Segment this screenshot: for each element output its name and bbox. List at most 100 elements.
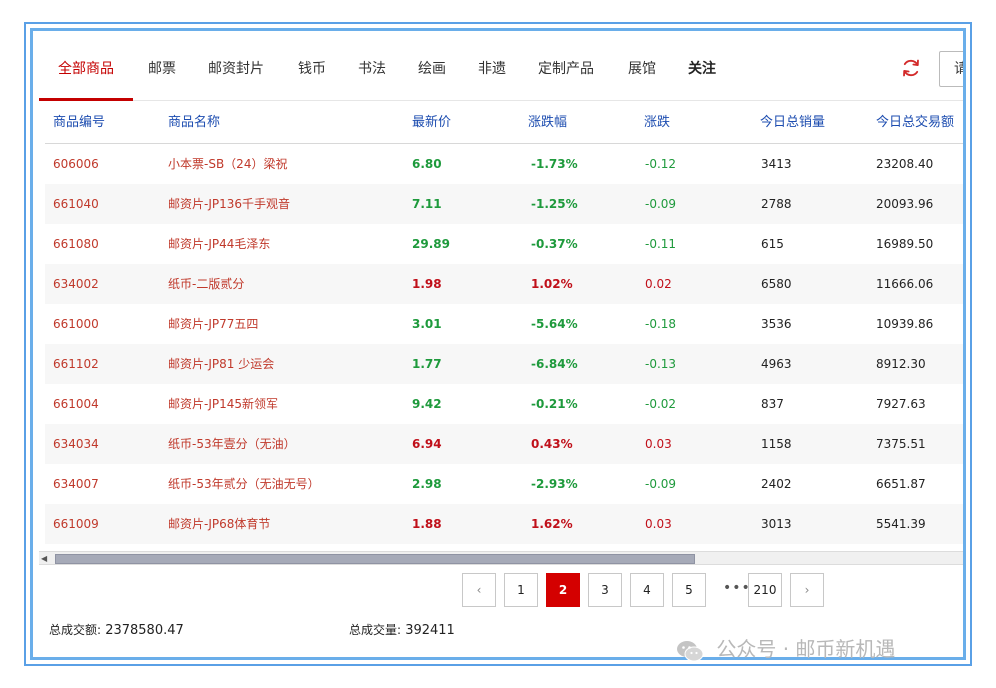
cell-latest-price: 6.94: [412, 437, 442, 451]
header-change[interactable]: 涨跌: [644, 102, 670, 144]
horizontal-scrollbar[interactable]: ◀: [39, 551, 963, 565]
page-ellipsis: •••: [723, 580, 751, 596]
cell-code[interactable]: 661040: [53, 184, 99, 224]
cell-change: -0.09: [645, 477, 677, 491]
cell-daily-amount: 7927.63: [876, 397, 926, 411]
cell-name[interactable]: 纸币-二版贰分: [168, 264, 244, 304]
cell-change: 0.03: [645, 437, 672, 451]
cell-name[interactable]: 邮资片-JP68体育节: [168, 504, 270, 544]
table-row[interactable]: 634007 纸币-53年贰分（无油无号） 2.98 -2.93% -0.09 2402 6…: [45, 464, 963, 504]
table-row[interactable]: 661080 邮资片-JP44毛泽东 29.89 -0.37% -0.11 615 1698…: [45, 224, 963, 264]
cell-daily-amount: 8912.30: [876, 357, 926, 371]
header-daily-volume[interactable]: 今日总销量: [760, 102, 825, 144]
cell-name[interactable]: 邮资片-JP77五四: [168, 304, 258, 344]
tab-custom-products[interactable]: 定制产品: [538, 37, 594, 101]
watermark-text: 公众号 · 邮币新机遇: [716, 637, 896, 661]
table-row[interactable]: 634034 纸币-53年壹分（无油） 6.94 0.43% 0.03 1158 7375.…: [45, 424, 963, 464]
page-button-4[interactable]: 4: [630, 573, 664, 607]
tab-all-products[interactable]: 全部商品: [58, 37, 114, 101]
header-code[interactable]: 商品编号: [53, 102, 105, 144]
cell-name[interactable]: 纸币-53年贰分（无油无号）: [168, 464, 320, 504]
tab-calligraphy[interactable]: 书法: [358, 37, 386, 101]
cell-daily-volume: 837: [761, 397, 784, 411]
cell-latest-price: 9.42: [412, 397, 442, 411]
scroll-thumb[interactable]: [55, 554, 695, 564]
table-row[interactable]: 661040 邮资片-JP136千手观音 7.11 -1.25% -0.09 2788 20…: [45, 184, 963, 224]
cell-code[interactable]: 661009: [53, 504, 99, 544]
cell-name[interactable]: 小本票-SB（24）梁祝: [168, 144, 287, 184]
table-row[interactable]: 634002 纸币-二版贰分 1.98 1.02% 0.02 6580 11666.06: [45, 264, 963, 304]
search-input[interactable]: 请: [939, 51, 963, 87]
tab-heritage[interactable]: 非遗: [478, 37, 506, 101]
table-row[interactable]: 606006 小本票-SB（24）梁祝 6.80 -1.73% -0.12 3413 232…: [45, 144, 963, 184]
tab-stamps[interactable]: 邮票: [148, 37, 176, 101]
total-volume-value: 392411: [405, 623, 455, 638]
cell-name[interactable]: 邮资片-JP136千手观音: [168, 184, 290, 224]
page-button-5[interactable]: 5: [672, 573, 706, 607]
cell-change: -0.18: [645, 317, 677, 331]
cell-change-percent: -1.73%: [531, 157, 578, 171]
cell-daily-volume: 1158: [761, 437, 792, 451]
tab-exhibition[interactable]: 展馆: [628, 37, 656, 101]
tab-painting[interactable]: 绘画: [418, 37, 446, 101]
market-window: 全部商品 邮票 邮资封片 钱币 书法 绘画 非遗 定制产品 展馆 关注 请 商品…: [30, 28, 966, 660]
cell-daily-volume: 3013: [761, 517, 792, 531]
cell-daily-amount: 10939.86: [876, 317, 934, 331]
prev-page-button[interactable]: ‹: [462, 573, 496, 607]
tab-coins[interactable]: 钱币: [298, 37, 326, 101]
cell-change: -0.12: [645, 157, 677, 171]
cell-code[interactable]: 634002: [53, 264, 99, 304]
pagination: ‹ 1 2 3 4 5 ••• 210 ›: [39, 569, 963, 613]
cell-code[interactable]: 606006: [53, 144, 99, 184]
cell-change-percent: -0.21%: [531, 397, 578, 411]
total-volume: 总成交量: 392411: [349, 621, 455, 638]
next-page-button[interactable]: ›: [790, 573, 824, 607]
table-body: 606006 小本票-SB（24）梁祝 6.80 -1.73% -0.12 3413 232…: [45, 144, 963, 544]
cell-code[interactable]: 634034: [53, 424, 99, 464]
header-name[interactable]: 商品名称: [168, 102, 220, 144]
cell-daily-volume: 3536: [761, 317, 792, 331]
scroll-left-arrow-icon[interactable]: ◀: [41, 554, 51, 564]
tab-postal-cards[interactable]: 邮资封片: [208, 37, 264, 101]
cell-daily-volume: 2788: [761, 197, 792, 211]
cell-daily-amount: 6651.87: [876, 477, 926, 491]
page-button-2[interactable]: 2: [546, 573, 580, 607]
total-amount-value: 2378580.47: [105, 623, 184, 638]
page-button-3[interactable]: 3: [588, 573, 622, 607]
cell-code[interactable]: 661000: [53, 304, 99, 344]
quotes-table: 商品编号 商品名称 最新价 涨跌幅 涨跌 今日总销量 今日总交易额 606006…: [45, 102, 963, 544]
tab-watchlist[interactable]: 关注: [688, 37, 716, 101]
cell-daily-volume: 2402: [761, 477, 792, 491]
cell-code[interactable]: 661004: [53, 384, 99, 424]
cell-change-percent: -0.37%: [531, 237, 578, 251]
cell-change: 0.03: [645, 517, 672, 531]
cell-name[interactable]: 纸币-53年壹分（无油）: [168, 424, 296, 464]
cell-change-percent: 0.43%: [531, 437, 573, 451]
table-header: 商品编号 商品名称 最新价 涨跌幅 涨跌 今日总销量 今日总交易额: [45, 102, 963, 144]
table-row[interactable]: 661009 邮资片-JP68体育节 1.88 1.62% 0.03 3013 5541.3…: [45, 504, 963, 544]
cell-name[interactable]: 邮资片-JP44毛泽东: [168, 224, 270, 264]
header-daily-amount[interactable]: 今日总交易额: [876, 102, 954, 144]
cell-name[interactable]: 邮资片-JP81 少运会: [168, 344, 274, 384]
cell-code[interactable]: 661102: [53, 344, 99, 384]
cell-change: -0.02: [645, 397, 677, 411]
cell-code[interactable]: 661080: [53, 224, 99, 264]
wechat-icon: [677, 640, 704, 661]
table-row[interactable]: 661000 邮资片-JP77五四 3.01 -5.64% -0.18 3536 10939…: [45, 304, 963, 344]
refresh-icon[interactable]: [900, 57, 922, 79]
cell-daily-amount: 7375.51: [876, 437, 926, 451]
header-change-percent[interactable]: 涨跌幅: [528, 102, 567, 144]
cell-latest-price: 3.01: [412, 317, 442, 331]
cell-latest-price: 1.88: [412, 517, 442, 531]
page-button-last[interactable]: 210: [748, 573, 782, 607]
cell-name[interactable]: 邮资片-JP145新领军: [168, 384, 278, 424]
total-amount: 总成交额: 2378580.47: [49, 621, 184, 638]
table-row[interactable]: 661102 邮资片-JP81 少运会 1.77 -6.84% -0.13 4963 891…: [45, 344, 963, 384]
table-row[interactable]: 661004 邮资片-JP145新领军 9.42 -0.21% -0.02 837 7927…: [45, 384, 963, 424]
cell-latest-price: 29.89: [412, 237, 450, 251]
page-button-1[interactable]: 1: [504, 573, 538, 607]
cell-code[interactable]: 634007: [53, 464, 99, 504]
header-latest-price[interactable]: 最新价: [412, 102, 451, 144]
cell-change-percent: 1.62%: [531, 517, 573, 531]
cell-daily-amount: 23208.40: [876, 157, 934, 171]
